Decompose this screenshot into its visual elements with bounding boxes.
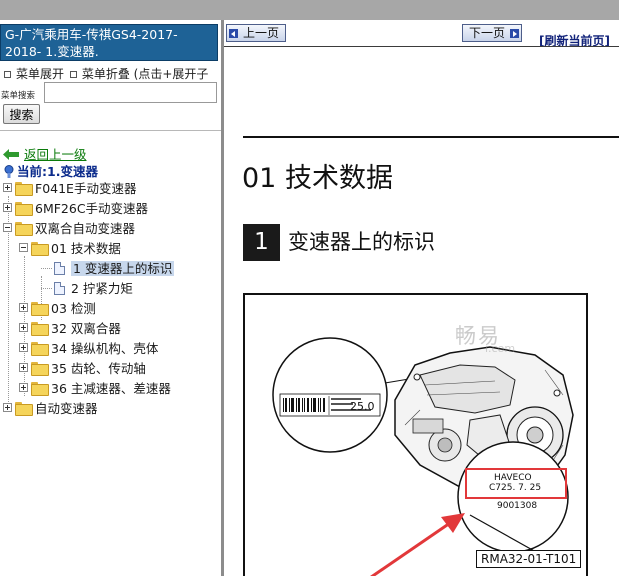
collapse-icon[interactable]: [3, 223, 12, 232]
manual-title-box: G-广汽乘用车-传祺GS4-2017-2018- 1.变速器.: [0, 24, 218, 61]
plate-line-3: 9001308: [497, 501, 538, 511]
toolbar-rule: [224, 46, 619, 47]
tree-item[interactable]: 35 齿轮、传动轴: [19, 360, 146, 378]
expand-icon[interactable]: [19, 383, 28, 392]
folder-icon: [31, 342, 49, 356]
folder-open-icon: [15, 222, 33, 236]
folder-icon: [31, 302, 49, 316]
divider: [0, 130, 221, 131]
tree-item-label: 32 双离合器: [51, 321, 121, 336]
transmission-figure: 25.0 畅易 i.com HAVECO C725. 7. 25 9001308…: [243, 293, 588, 576]
tree-item-label: 双离合自动变速器: [35, 221, 136, 236]
arrow-right-icon: [510, 29, 520, 38]
watermark-subtext: i.com: [485, 342, 516, 355]
tree-connector: [41, 288, 52, 289]
tree-item[interactable]: 2 拧紧力矩: [54, 280, 133, 298]
prev-page-button[interactable]: 上一页: [226, 24, 287, 42]
prev-page-label: 上一页: [243, 26, 280, 40]
tree-item-label: 35 齿轮、传动轴: [51, 361, 146, 376]
search-label: 菜单搜索: [1, 91, 36, 101]
tree-item-label: 自动变速器: [35, 401, 98, 416]
next-page-label: 下一页: [469, 26, 506, 40]
tree-item-label: 36 主减速器、差速器: [51, 381, 171, 396]
manual-title: G-广汽乘用车-传祺GS4-2017-2018- 1.变速器.: [5, 27, 178, 59]
tree-item-label: 01 技术数据: [51, 241, 121, 256]
expand-icon[interactable]: [3, 183, 12, 192]
collapse-icon[interactable]: [19, 243, 28, 252]
highlight-box: [465, 468, 567, 499]
arrow-left-icon: [229, 29, 238, 38]
tree-item-label: 03 检测: [51, 301, 96, 316]
back-link-label: 返回上一级: [23, 147, 87, 162]
tree-item[interactable]: 36 主减速器、差速器: [19, 380, 171, 398]
content-panel: 上一页 下一页 [刷新当前页] 01 技术数据 1 变速器上的标识 25.0 畅…: [224, 20, 619, 576]
expand-icon[interactable]: [3, 403, 12, 412]
tree-item[interactable]: 01 技术数据: [19, 240, 121, 258]
tree-item[interactable]: F041E手动变速器: [3, 180, 136, 198]
expand-icon[interactable]: [19, 323, 28, 332]
menu-collapse-link[interactable]: 菜单折叠 (点击+展开子: [82, 67, 209, 81]
tree-connector: [41, 268, 52, 269]
section-title: 变速器上的标识: [288, 230, 435, 254]
menu-expand-link[interactable]: 菜单展开: [16, 67, 64, 81]
tree-item[interactable]: 03 检测: [19, 300, 96, 318]
document-icon: [54, 282, 65, 295]
tree-item-selected[interactable]: 1 变速器上的标识: [54, 260, 175, 278]
figure-code-label: RMA32-01-T101: [476, 550, 582, 568]
page-heading: 01 技术数据: [242, 163, 393, 194]
search-button[interactable]: 搜索: [3, 104, 40, 124]
folder-icon: [31, 382, 49, 396]
next-page-button[interactable]: 下一页: [462, 24, 523, 42]
folder-icon: [15, 402, 33, 416]
expand-icon[interactable]: [19, 343, 28, 352]
square-icon: [4, 70, 11, 78]
left-navigation-panel: G-广汽乘用车-传祺GS4-2017-2018- 1.变速器. 菜单展开 菜单折…: [0, 20, 221, 576]
folder-icon: [15, 202, 33, 216]
document-icon: [54, 262, 65, 275]
tree-item-label: F041E手动变速器: [35, 181, 137, 196]
folder-icon: [31, 362, 49, 376]
tree-item-label: 34 操纵机构、壳体: [51, 341, 159, 356]
expand-icon[interactable]: [19, 363, 28, 372]
back-arrow-icon: [3, 149, 19, 160]
label-value: 25.0: [350, 400, 375, 413]
expand-icon[interactable]: [3, 203, 12, 212]
section-rule: [243, 136, 619, 138]
tree-item[interactable]: 34 操纵机构、壳体: [19, 340, 158, 358]
square-icon: [69, 70, 77, 78]
transmission-drawing: [272, 337, 574, 576]
tree-item[interactable]: 32 双离合器: [19, 320, 121, 338]
search-input[interactable]: [44, 82, 217, 103]
window-top-band: [0, 0, 619, 20]
current-location-label: 当前:1.变速器: [17, 164, 98, 179]
folder-icon: [15, 182, 33, 196]
menu-toggle-row: 菜单展开 菜单折叠 (点击+展开子: [2, 65, 208, 82]
folder-open-icon: [31, 242, 49, 256]
tree-item-label: 6MF26C手动变速器: [35, 201, 149, 216]
tree-item-label: 2 拧紧力矩: [71, 281, 133, 296]
tree-item[interactable]: 双离合自动变速器: [3, 220, 135, 238]
section-number: 1: [243, 224, 280, 261]
tree-item[interactable]: 6MF26C手动变速器: [3, 200, 148, 218]
tree-item-label: 1 变速器上的标识: [71, 261, 175, 276]
current-location: 当前:1.变速器: [3, 161, 98, 180]
expand-icon[interactable]: [19, 303, 28, 312]
folder-icon: [31, 322, 49, 336]
location-pin-icon: [4, 165, 14, 178]
tree-item[interactable]: 自动变速器: [3, 400, 98, 418]
